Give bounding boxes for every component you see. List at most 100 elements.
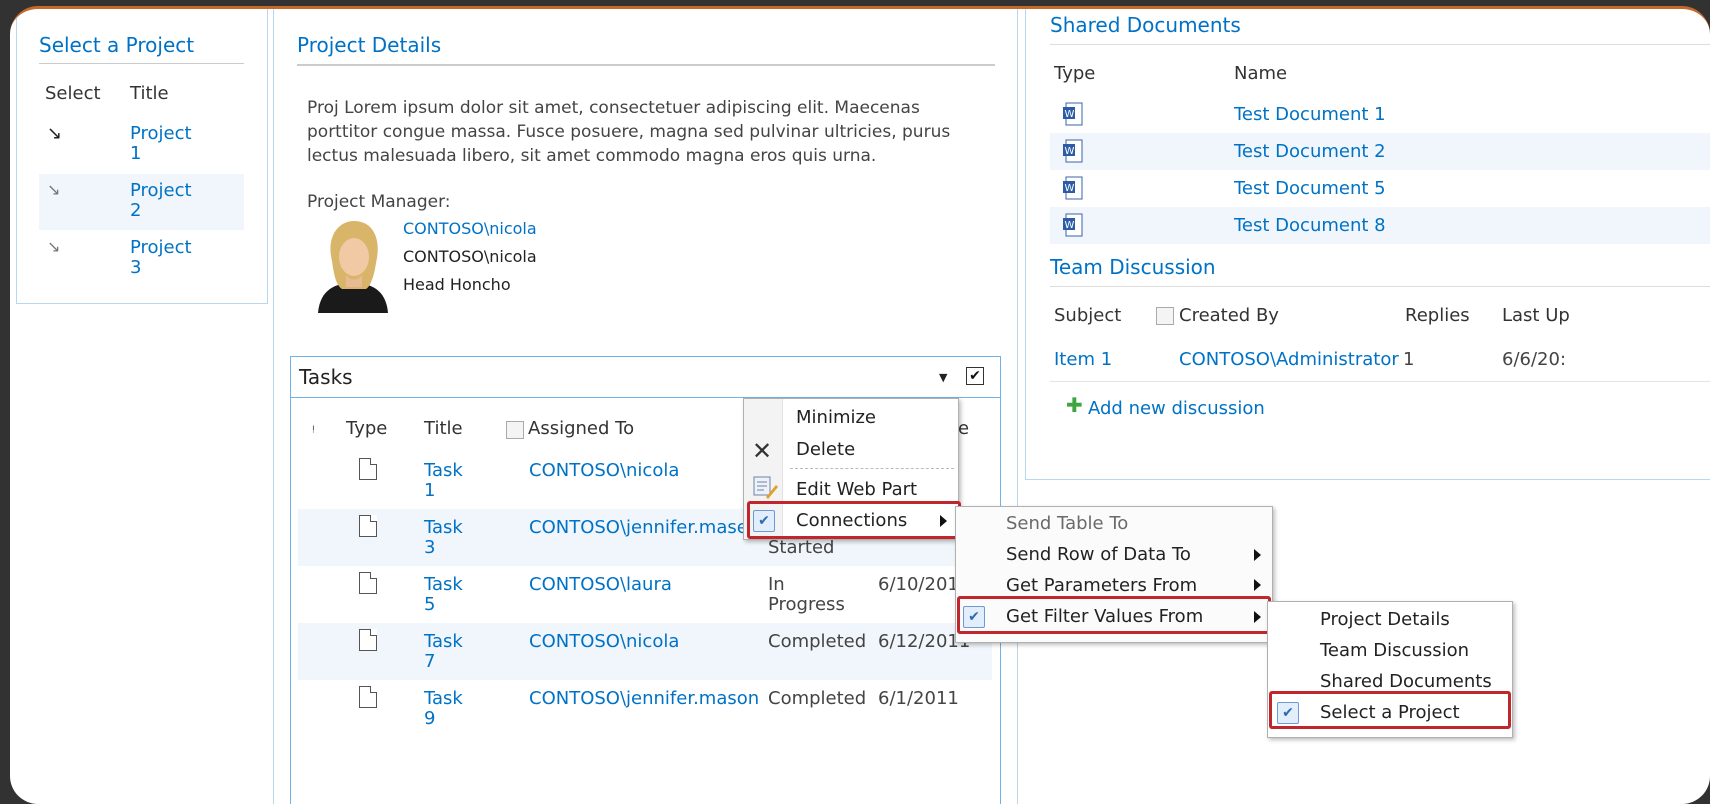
webpart-menu-dropdown-icon[interactable]: ▼ bbox=[939, 371, 947, 384]
menu-item-delete[interactable]: Delete bbox=[796, 439, 855, 460]
svg-text:W: W bbox=[1065, 109, 1075, 120]
screenshot-frame: Select a Project Select Title ↘ Project … bbox=[10, 6, 1710, 804]
word-doc-icon: W bbox=[1063, 213, 1083, 237]
document-link[interactable]: Test Document 1 bbox=[1234, 104, 1386, 125]
divider bbox=[1050, 44, 1710, 45]
project-link-number[interactable]: 3 bbox=[130, 257, 141, 278]
get-filter-highlight bbox=[957, 596, 1271, 634]
docs-col-name: Name bbox=[1234, 63, 1288, 84]
manager-account: CONTOSO\nicola bbox=[403, 247, 537, 266]
discussion-author-link[interactable]: CONTOSO\Administrator bbox=[1179, 349, 1399, 370]
submenu-arrow-icon bbox=[1254, 579, 1261, 591]
project-description: Proj Lorem ipsum dolor sit amet, consect… bbox=[307, 96, 950, 168]
select-project-panel: Select a Project Select Title ↘ Project … bbox=[16, 9, 268, 304]
discussion-col-replies: Replies bbox=[1405, 305, 1470, 326]
menu-item-send-row[interactable]: Send Row of Data To bbox=[1006, 544, 1191, 565]
menu-item-get-parameters[interactable]: Get Parameters From bbox=[1006, 575, 1197, 592]
word-doc-icon: W bbox=[1063, 176, 1083, 200]
submenu-arrow-icon bbox=[1254, 549, 1261, 561]
task-link[interactable]: Task bbox=[424, 631, 463, 652]
discussion-subject-link[interactable]: Item 1 bbox=[1054, 349, 1112, 370]
task-link[interactable]: Task bbox=[424, 574, 463, 595]
assigned-to-link[interactable]: CONTOSO\laura bbox=[529, 574, 672, 595]
select-arrow-icon[interactable]: ↘ bbox=[47, 237, 60, 256]
col-select-header: Select bbox=[45, 83, 101, 104]
project-link-number[interactable]: 1 bbox=[130, 143, 141, 164]
manager-job-title: Head Honcho bbox=[403, 275, 511, 294]
project-link[interactable]: Project bbox=[130, 237, 192, 258]
tasks-col-assigned: Assigned To bbox=[528, 418, 635, 439]
project-row: ↘ Project 2 bbox=[39, 174, 244, 230]
task-link-number[interactable]: 1 bbox=[424, 480, 435, 501]
menu-item-team-discussion[interactable]: Team Discussion bbox=[1320, 640, 1469, 661]
project-row: ↘ Project 3 bbox=[39, 231, 244, 287]
project-row: ↘ Project 1 bbox=[39, 117, 244, 173]
task-status: Completed bbox=[768, 688, 867, 709]
assigned-filter-checkbox[interactable] bbox=[506, 421, 524, 439]
menu-item-send-table: Send Table To bbox=[1006, 513, 1129, 534]
divider bbox=[297, 64, 995, 66]
task-status: Completed bbox=[768, 631, 867, 652]
svg-text:W: W bbox=[1065, 220, 1075, 231]
task-link-number[interactable]: 5 bbox=[424, 594, 435, 615]
task-item-icon bbox=[359, 629, 377, 651]
project-link-number[interactable]: 2 bbox=[130, 200, 141, 221]
list-item: W Test Document 5 bbox=[1050, 170, 1710, 207]
webpart-select-checkbox[interactable]: ✔ bbox=[966, 367, 984, 385]
task-link[interactable]: Task bbox=[424, 688, 463, 709]
task-item-icon bbox=[359, 572, 377, 594]
document-link[interactable]: Test Document 5 bbox=[1234, 178, 1386, 199]
task-link-number[interactable]: 9 bbox=[424, 708, 435, 729]
divider bbox=[39, 63, 244, 64]
list-item: W Test Document 8 bbox=[1050, 207, 1710, 244]
task-due-date: 6/10/201 bbox=[878, 574, 959, 595]
task-link-number[interactable]: 3 bbox=[424, 537, 435, 558]
created-by-filter-checkbox[interactable] bbox=[1156, 307, 1174, 325]
assigned-to-link[interactable]: CONTOSO\nicola bbox=[529, 631, 679, 652]
task-link[interactable]: Task bbox=[424, 517, 463, 538]
assigned-to-link[interactable]: CONTOSO\nicola bbox=[529, 460, 679, 481]
discussion-last-updated: 6/6/20: bbox=[1502, 349, 1567, 370]
word-doc-icon: W bbox=[1063, 139, 1083, 163]
menu-item-minimize[interactable]: Minimize bbox=[796, 407, 876, 428]
discussion-col-created: Created By bbox=[1179, 305, 1279, 326]
team-discussion-title: Team Discussion bbox=[1050, 255, 1216, 279]
task-status: Progress bbox=[768, 594, 845, 615]
add-new-discussion-link[interactable]: Add new discussion bbox=[1088, 398, 1265, 419]
project-link[interactable]: Project bbox=[130, 180, 192, 201]
shared-docs-title: Shared Documents bbox=[1050, 13, 1241, 37]
svg-text:W: W bbox=[1065, 183, 1075, 194]
manager-label: Project Manager: bbox=[307, 192, 451, 212]
tasks-header-bar bbox=[291, 357, 1000, 398]
description-line: lectus malesuada libero, sit amet commod… bbox=[307, 146, 877, 166]
table-row: Task 9 CONTOSO\jennifer.mason Completed … bbox=[298, 680, 992, 737]
task-link[interactable]: Task bbox=[424, 460, 463, 481]
menu-item-edit-web-part[interactable]: Edit Web Part bbox=[796, 479, 917, 500]
task-item-icon bbox=[359, 458, 377, 480]
divider bbox=[1050, 381, 1710, 382]
tasks-col-type: Type bbox=[346, 418, 388, 439]
description-line: Proj Lorem ipsum dolor sit amet, consect… bbox=[307, 98, 920, 118]
document-link[interactable]: Test Document 2 bbox=[1234, 141, 1386, 162]
col-title-header: Title bbox=[130, 83, 169, 104]
manager-link[interactable]: CONTOSO\nicola bbox=[403, 219, 537, 238]
delete-icon: ✕ bbox=[752, 437, 773, 465]
table-row: Task 5 CONTOSO\laura In Progress 6/10/20… bbox=[298, 566, 992, 623]
task-item-icon bbox=[359, 686, 377, 708]
discussion-col-last: Last Up bbox=[1502, 305, 1570, 326]
list-item: W Test Document 2 bbox=[1050, 133, 1710, 170]
assigned-to-link[interactable]: CONTOSO\jennifer.mason bbox=[529, 688, 759, 709]
discussion-replies: 1 bbox=[1403, 349, 1415, 370]
task-link-number[interactable]: 7 bbox=[424, 651, 435, 672]
select-arrow-icon[interactable]: ↘ bbox=[47, 180, 60, 199]
menu-item-project-details[interactable]: Project Details bbox=[1320, 609, 1450, 630]
attachment-icon: ᵎ bbox=[312, 421, 315, 440]
menu-item-shared-documents[interactable]: Shared Documents bbox=[1320, 671, 1492, 692]
column-border bbox=[1017, 9, 1018, 804]
select-arrow-icon[interactable]: ↘ bbox=[47, 123, 62, 144]
description-line: porttitor congue massa. Fusce posuere, m… bbox=[307, 122, 951, 142]
svg-text:W: W bbox=[1065, 146, 1075, 157]
document-link[interactable]: Test Document 8 bbox=[1234, 215, 1386, 236]
assigned-to-link[interactable]: CONTOSO\jennifer.mase bbox=[529, 517, 748, 538]
project-link[interactable]: Project bbox=[130, 123, 192, 144]
